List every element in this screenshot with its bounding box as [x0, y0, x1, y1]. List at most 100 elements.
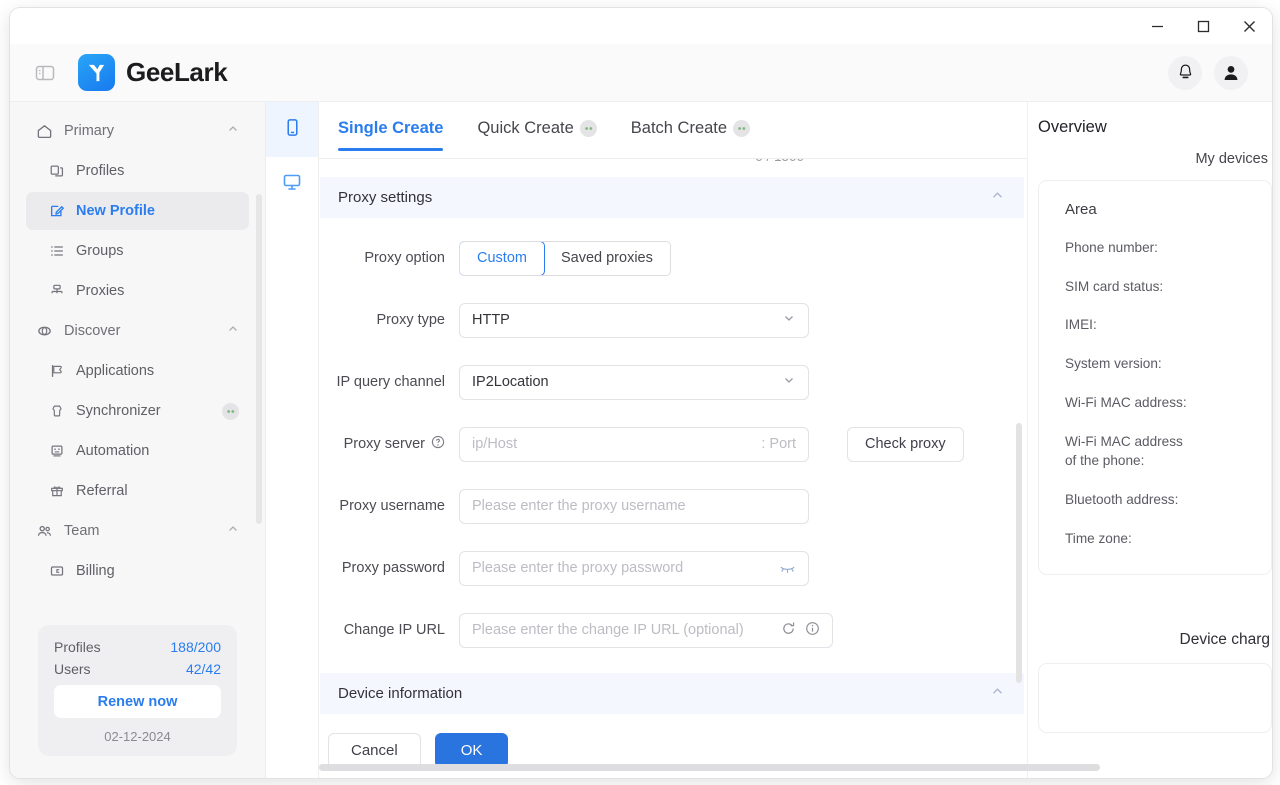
- field-change-ip-url: Change IP URL Please enter the change IP…: [319, 599, 1027, 661]
- device-field-label: Wi-Fi MAC address of the phone:: [1065, 433, 1183, 469]
- sidebar-item-profiles[interactable]: Profiles: [26, 152, 249, 190]
- main-panel: Single Create Quick Create Batch Create …: [319, 102, 1027, 778]
- placeholder: Please enter the proxy username: [472, 498, 686, 514]
- sidebar-item-synchronizer[interactable]: Synchronizer: [26, 392, 249, 430]
- sidebar-item-referral[interactable]: Referral: [26, 472, 249, 510]
- device-charge-card: [1038, 663, 1272, 734]
- proxy-option-saved-proxies[interactable]: Saved proxies: [543, 241, 670, 275]
- renew-now-button[interactable]: Renew now: [54, 685, 221, 718]
- sidebar: Primary Profiles New Profile Groups Prox…: [10, 102, 266, 778]
- plan-expiry-date: 02-12-2024: [104, 729, 171, 744]
- proxy-port-placeholder: : Port: [761, 436, 796, 452]
- sidebar-group-team[interactable]: Team: [26, 512, 249, 550]
- tab-quick-create[interactable]: Quick Create: [477, 119, 597, 151]
- field-proxy-type: Proxy type HTTP: [319, 289, 1027, 351]
- plan-profiles-value: 188/200: [170, 639, 221, 655]
- tab-batch-create[interactable]: Batch Create: [630, 119, 751, 151]
- sidebar-item-new-profile[interactable]: New Profile: [26, 192, 249, 230]
- sidebar-item-billing[interactable]: Billing: [26, 552, 249, 590]
- bell-icon[interactable]: [1168, 55, 1202, 90]
- check-proxy-button[interactable]: Check proxy: [847, 426, 964, 462]
- refresh-icon[interactable]: [781, 621, 796, 640]
- plan-users-value: 42/42: [185, 661, 221, 677]
- minimize-button[interactable]: [1134, 8, 1180, 44]
- proxy-type-select[interactable]: HTTP: [459, 302, 809, 338]
- sidebar-group-discover[interactable]: Discover: [26, 312, 249, 350]
- network-icon: [48, 283, 65, 299]
- chevron-up-icon: [991, 685, 1004, 702]
- sidebar-item-applications[interactable]: Applications: [26, 352, 249, 390]
- dots-badge-icon: [222, 402, 239, 420]
- device-overview-card: Area Phone number: SIM card status: IMEI…: [1038, 180, 1272, 576]
- maximize-button[interactable]: [1180, 8, 1226, 44]
- sidebar-scrollbar[interactable]: [256, 194, 262, 524]
- character-counter: 0 / 1500: [755, 159, 804, 164]
- phone-icon: [283, 118, 302, 142]
- chevron-up-icon: [227, 523, 239, 539]
- eye-off-icon[interactable]: [779, 561, 796, 576]
- sidebar-item-automation[interactable]: Automation: [26, 432, 249, 470]
- question-circle-icon[interactable]: [431, 435, 445, 453]
- field-label: Proxy type: [376, 312, 446, 328]
- proxy-username-input[interactable]: Please enter the proxy username: [459, 488, 809, 524]
- overview-panel: Overview My devices Area Phone number: S…: [1027, 102, 1272, 778]
- proxy-option-segmented: Custom Saved proxies: [459, 240, 671, 276]
- desktop-icon: [282, 172, 302, 197]
- sidebar-nav: Primary Profiles New Profile Groups Prox…: [10, 102, 265, 602]
- field-label: Proxy username: [339, 498, 445, 514]
- brand-name: GeeLark: [126, 57, 228, 87]
- rail-item-phone[interactable]: [266, 102, 318, 157]
- info-circle-icon[interactable]: [805, 621, 820, 640]
- device-type-rail: [266, 102, 319, 778]
- device-field-label: Time zone:: [1065, 530, 1132, 546]
- sidebar-group-label: Primary: [64, 123, 114, 139]
- section-title: Proxy settings: [338, 189, 433, 206]
- horizontal-scrollbar[interactable]: [319, 764, 1260, 771]
- sidebar-item-label: Billing: [76, 563, 115, 579]
- card-icon: [48, 563, 65, 579]
- chevron-down-icon: [782, 373, 796, 391]
- section-title: Device information: [338, 685, 463, 702]
- sidebar-item-label: Applications: [76, 363, 155, 379]
- section-header-device-information[interactable]: Device information: [320, 673, 1024, 714]
- tab-single-create[interactable]: Single Create: [338, 119, 444, 151]
- sidebar-item-proxies[interactable]: Proxies: [26, 272, 249, 310]
- sidebar-group-primary[interactable]: Primary: [26, 112, 249, 150]
- proxy-host-placeholder: ip/Host: [472, 436, 518, 452]
- sidebar-item-groups[interactable]: Groups: [26, 232, 249, 270]
- close-button[interactable]: [1226, 8, 1272, 44]
- horizontal-scrollbar-thumb[interactable]: [319, 764, 1101, 771]
- gift-icon: [48, 483, 65, 499]
- app-header: GeeLark: [10, 44, 1272, 102]
- field-label: Proxy option: [364, 250, 445, 266]
- field-label: Proxy server: [319, 435, 459, 453]
- change-ip-url-input[interactable]: Please enter the change IP URL (optional…: [459, 612, 833, 648]
- user-avatar-icon[interactable]: [1214, 55, 1248, 90]
- panel-toggle-icon[interactable]: [32, 60, 58, 86]
- ok-button[interactable]: OK: [434, 733, 509, 768]
- field-label: IP query channel: [336, 374, 445, 390]
- header-actions: [1168, 55, 1248, 90]
- sidebar-group-label: Team: [64, 523, 100, 539]
- tab-label: Batch Create: [630, 119, 728, 137]
- app-window: GeeLark Primary Profiles New Profile Gro…: [10, 8, 1272, 778]
- proxy-server-input[interactable]: ip/Host : Port: [459, 426, 809, 462]
- proxy-option-custom[interactable]: Custom: [459, 241, 545, 275]
- sidebar-item-label: Proxies: [76, 283, 125, 299]
- edit-square-icon: [48, 203, 65, 219]
- rail-item-desktop[interactable]: [266, 157, 318, 212]
- team-icon: [36, 523, 53, 540]
- section-header-proxy-settings[interactable]: Proxy settings: [320, 177, 1024, 218]
- proxy-password-input[interactable]: Please enter the proxy password: [459, 550, 809, 586]
- proxy-type-value: HTTP: [472, 312, 510, 328]
- field-label: Proxy password: [341, 560, 445, 576]
- ip-query-channel-select[interactable]: IP2Location: [459, 364, 809, 400]
- overview-title: Overview: [1038, 118, 1107, 136]
- plan-profiles-row: Profiles 188/200: [54, 639, 221, 655]
- cancel-button[interactable]: Cancel: [328, 733, 421, 768]
- main-scrollbar[interactable]: [1016, 423, 1022, 683]
- sidebar-item-label: New Profile: [76, 203, 155, 219]
- dots-badge-icon: [579, 120, 597, 137]
- device-area-heading: Area: [1065, 201, 1097, 218]
- sidebar-item-label: Referral: [76, 483, 128, 499]
